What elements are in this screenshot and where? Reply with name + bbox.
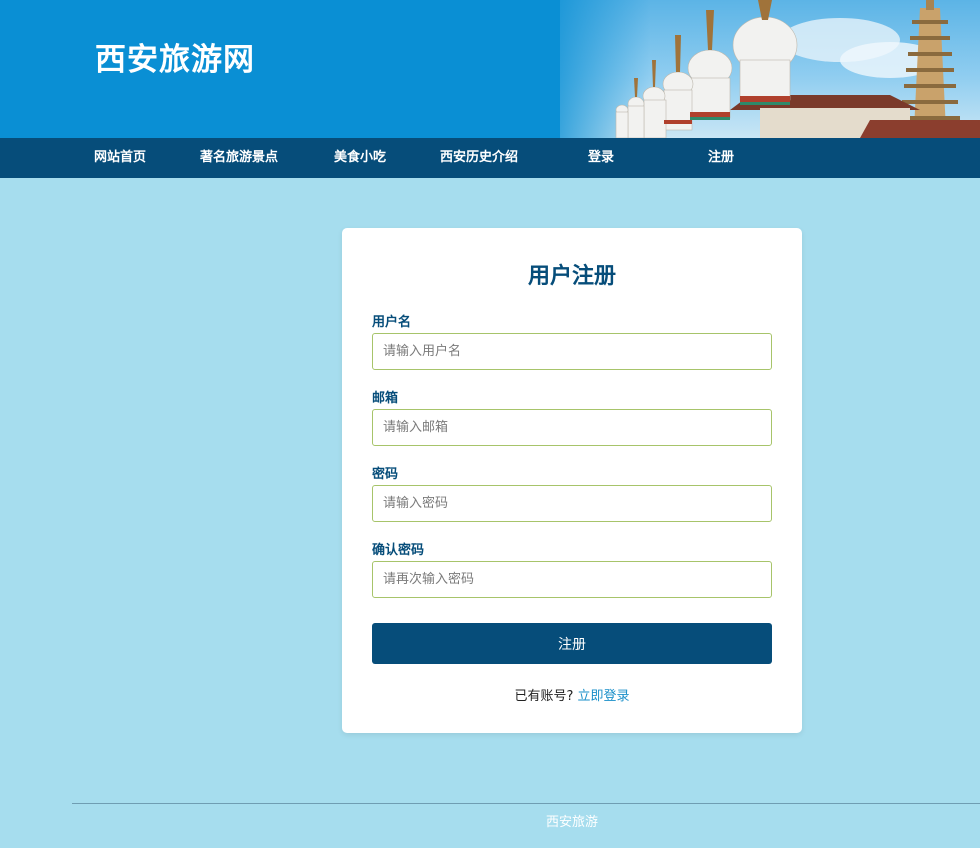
username-input[interactable]	[372, 333, 772, 370]
username-label: 用户名	[372, 315, 412, 330]
confirm-password-input[interactable]	[372, 561, 772, 598]
nav-item-attractions[interactable]: 著名旅游景点	[200, 138, 278, 178]
register-submit-button[interactable]: 注册	[372, 623, 772, 664]
confirm-password-label: 确认密码	[372, 543, 425, 558]
login-prompt-text: 已有账号?	[514, 689, 574, 704]
email-input[interactable]	[372, 409, 772, 446]
form-title: 用户注册	[527, 264, 616, 289]
nav-item-register[interactable]: 注册	[708, 138, 734, 178]
email-label: 邮箱	[372, 391, 399, 406]
password-input[interactable]	[372, 485, 772, 522]
password-label: 密码	[372, 467, 399, 482]
header-banner: 西安旅游网	[0, 0, 980, 138]
login-link[interactable]: 立即登录	[577, 689, 629, 704]
footer-divider	[72, 803, 980, 804]
nav-item-history[interactable]: 西安历史介绍	[440, 138, 518, 178]
footer-text: 西安旅游	[545, 815, 598, 830]
nav-item-home[interactable]: 网站首页	[94, 138, 146, 178]
site-title: 西安旅游网	[95, 42, 255, 78]
nav-item-food[interactable]: 美食小吃	[334, 138, 386, 178]
main-nav: 网站首页 著名旅游景点 美食小吃 西安历史介绍 登录 注册	[0, 138, 980, 178]
login-prompt-row: 已有账号? 立即登录	[342, 685, 802, 704]
nav-item-login[interactable]: 登录	[588, 138, 614, 178]
landmark-scenery-image	[615, 0, 980, 138]
register-card: 用户注册 用户名 邮箱 密码 确认密码 注册 已有账号?立即登录	[342, 228, 802, 733]
